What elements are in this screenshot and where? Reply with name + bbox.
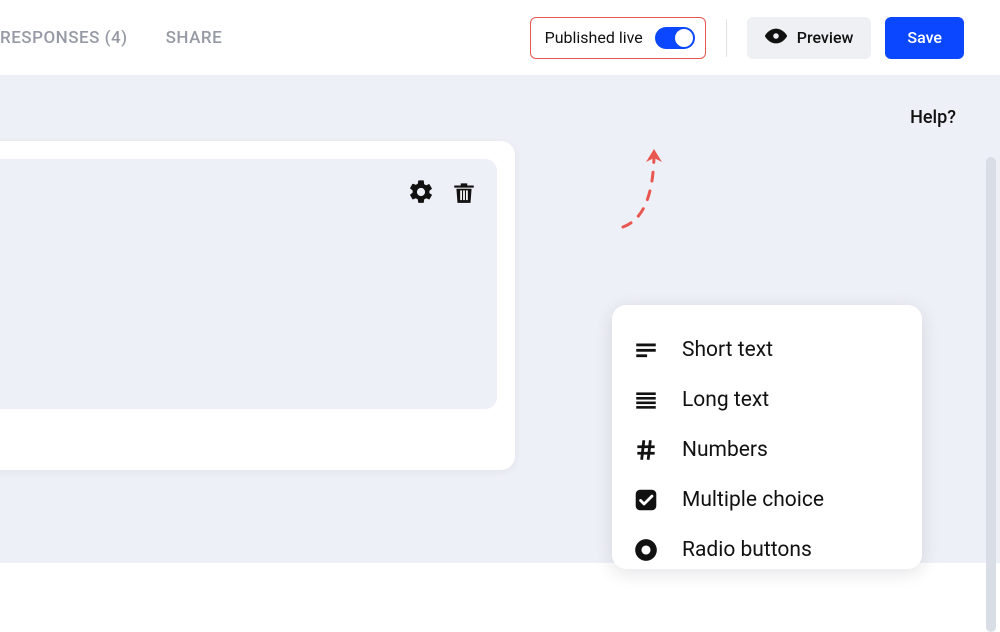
tab-responses[interactable]: RESPONSES (4) bbox=[0, 28, 128, 48]
radio-icon bbox=[632, 537, 660, 563]
menu-item-label: Long text bbox=[682, 388, 769, 412]
menu-item-long-text[interactable]: Long text bbox=[612, 375, 922, 425]
menu-item-label: Radio buttons bbox=[682, 538, 812, 562]
tab-share[interactable]: SHARE bbox=[166, 28, 223, 48]
eye-icon bbox=[765, 25, 787, 51]
trash-icon[interactable] bbox=[451, 177, 477, 211]
toggle-knob bbox=[675, 29, 693, 47]
tabs: RESPONSES (4) SHARE bbox=[0, 28, 222, 48]
menu-item-numbers[interactable]: Numbers bbox=[612, 425, 922, 475]
save-button-label: Save bbox=[907, 28, 942, 47]
menu-item-label: Short text bbox=[682, 338, 773, 362]
annotation-arrow bbox=[615, 147, 675, 242]
save-button[interactable]: Save bbox=[885, 17, 964, 59]
field-actions bbox=[407, 177, 477, 211]
menu-item-short-text[interactable]: Short text bbox=[612, 325, 922, 375]
toolbar-divider bbox=[726, 19, 727, 57]
form-card bbox=[0, 141, 515, 470]
published-toggle-box: Published live bbox=[530, 17, 706, 59]
top-bar: RESPONSES (4) SHARE Published live Previ… bbox=[0, 0, 1000, 75]
preview-button[interactable]: Preview bbox=[747, 17, 872, 59]
help-link[interactable]: Help? bbox=[910, 107, 956, 128]
published-toggle[interactable] bbox=[655, 27, 695, 49]
canvas: Help? bbox=[0, 75, 1000, 563]
field-type-menu: Short text Long text bbox=[612, 305, 922, 569]
published-label: Published live bbox=[545, 28, 643, 47]
checkbox-icon bbox=[632, 487, 660, 513]
long-text-icon bbox=[632, 387, 660, 413]
preview-button-label: Preview bbox=[797, 28, 854, 47]
hash-icon bbox=[632, 437, 660, 463]
short-text-icon bbox=[632, 337, 660, 363]
vertical-scrollbar[interactable] bbox=[986, 157, 996, 632]
gear-icon[interactable] bbox=[407, 178, 435, 210]
menu-item-multiple-choice[interactable]: Multiple choice bbox=[612, 475, 922, 525]
menu-item-label: Numbers bbox=[682, 438, 768, 462]
menu-item-radio-buttons[interactable]: Radio buttons bbox=[612, 525, 922, 569]
menu-item-label: Multiple choice bbox=[682, 488, 824, 512]
field-card[interactable] bbox=[0, 159, 497, 409]
